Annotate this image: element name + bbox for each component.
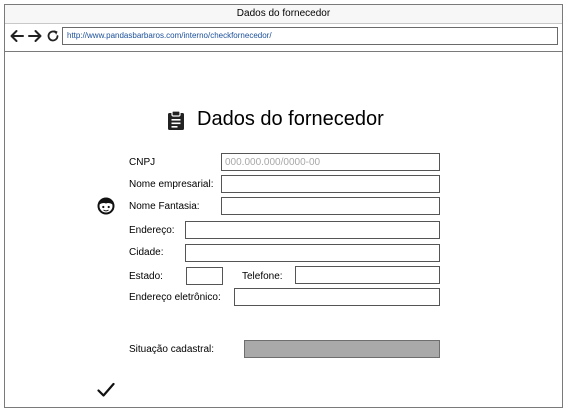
arrow-left-icon [10,30,24,42]
estado-label: Estado: [129,271,163,282]
email-label: Endereço eletrônico: [129,292,221,303]
endereco-label: Endereço: [129,225,175,236]
nome-empresarial-label: Nome empresarial: [129,179,214,190]
nome-empresarial-input[interactable] [221,175,440,193]
clipboard-icon [168,110,184,130]
arrow-right-icon [28,30,42,42]
address-bar[interactable]: http://www.pandasbarbaros.com/interno/ch… [62,27,558,45]
forward-button[interactable] [27,26,43,46]
reload-icon [47,30,59,42]
estado-input[interactable] [186,267,223,285]
browser-toolbar: http://www.pandasbarbaros.com/interno/ch… [5,24,562,52]
telefone-input[interactable] [295,266,440,284]
telefone-label: Telefone: [242,271,283,282]
reload-button[interactable] [45,26,61,46]
cnpj-label: CNPJ [129,157,156,168]
endereco-input[interactable] [185,221,440,239]
page-title-text: Dados do fornecedor [197,108,384,130]
situacao-label: Situação cadastral: [129,344,215,355]
window-title: Dados do fornecedor [5,5,562,24]
cnpj-input[interactable] [221,153,440,171]
browser-window: Dados do fornecedor http://www.pandasbar… [4,4,563,408]
checkmark-icon [97,382,115,397]
nome-fantasia-label: Nome Fantasia: [129,201,200,212]
email-input[interactable] [234,288,440,306]
page-content: Dados do fornecedor CNPJ Nome empresaria… [5,52,562,408]
situacao-field [244,340,440,358]
cidade-input[interactable] [185,244,440,262]
cidade-label: Cidade: [129,247,164,258]
face-icon [97,197,115,215]
nome-fantasia-input[interactable] [221,197,440,215]
back-button[interactable] [9,26,25,46]
